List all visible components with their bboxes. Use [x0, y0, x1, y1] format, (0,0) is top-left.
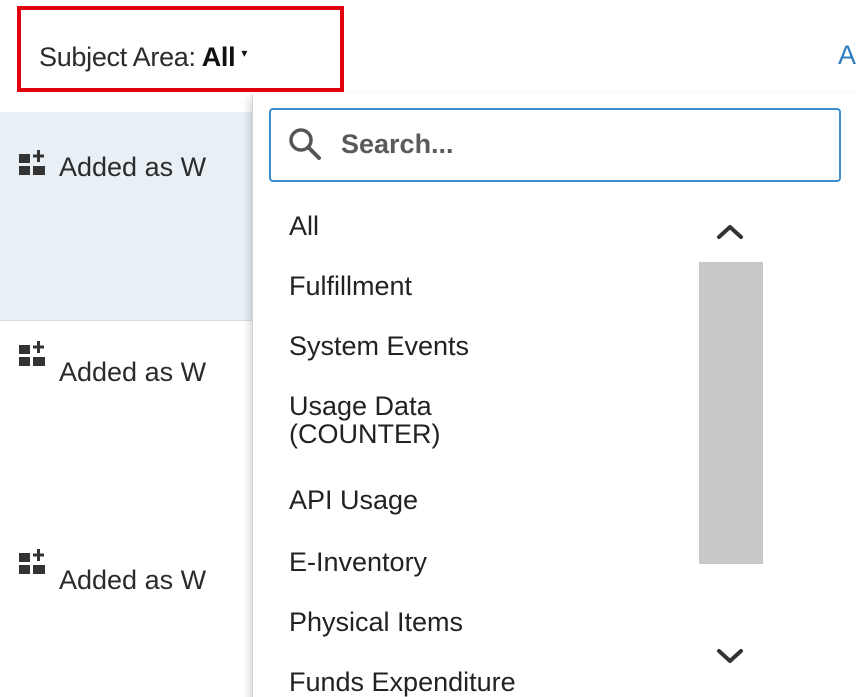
add-widget-icon	[19, 150, 45, 175]
option-all[interactable]: All	[289, 212, 319, 240]
row-label: Added as W	[59, 357, 207, 387]
chevron-down-icon[interactable]	[699, 626, 763, 688]
option-system-events[interactable]: System Events	[289, 332, 469, 360]
search-box[interactable]	[269, 108, 841, 182]
right-link[interactable]: A	[838, 40, 856, 71]
option-funds-expenditure[interactable]: Funds Expenditure	[289, 668, 516, 696]
subject-area-label-text: Subject Area:	[39, 42, 196, 72]
add-widget-icon	[19, 549, 45, 574]
options-scrollbar[interactable]	[699, 200, 763, 686]
option-usage-data[interactable]: Usage Data (COUNTER)	[289, 392, 489, 448]
subject-area-value: All	[201, 42, 236, 72]
scroll-thumb[interactable]	[699, 262, 763, 564]
chevron-up-icon[interactable]	[699, 200, 763, 262]
page: Added as W Added as W Added as W A Subje…	[0, 0, 856, 697]
option-physical-items[interactable]: Physical Items	[289, 608, 463, 636]
option-fulfillment[interactable]: Fulfillment	[289, 272, 412, 300]
caret-down-icon: ▾	[241, 46, 248, 60]
add-widget-icon	[19, 341, 45, 366]
option-e-inventory[interactable]: E-Inventory	[289, 548, 427, 576]
search-input[interactable]	[341, 120, 821, 168]
row-label: Added as W	[59, 152, 207, 182]
subject-area-selector[interactable]: Subject Area: All ▾	[17, 6, 344, 92]
subject-area-label: Subject Area: All ▾	[39, 42, 247, 73]
search-icon	[289, 128, 321, 160]
subject-area-dropdown: All Fulfillment System Events Usage Data…	[252, 94, 856, 697]
option-api-usage[interactable]: API Usage	[289, 486, 418, 514]
row-label: Added as W	[59, 565, 207, 595]
